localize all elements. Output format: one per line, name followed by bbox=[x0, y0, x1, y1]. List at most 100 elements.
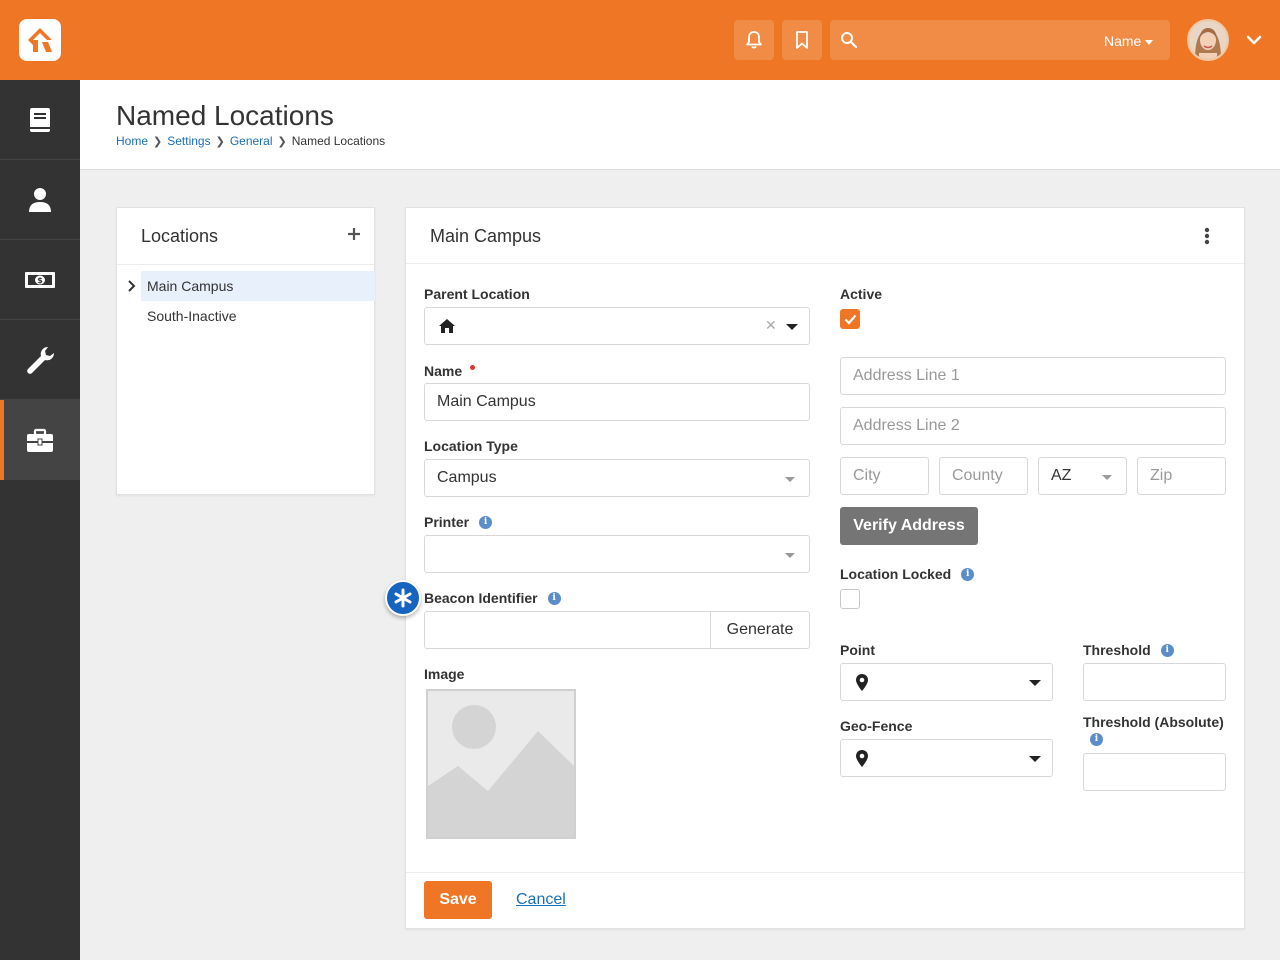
image-label: Image bbox=[424, 666, 464, 682]
location-locked-label-text: Location Locked bbox=[840, 566, 952, 582]
address-line2-input[interactable]: Address Line 2 bbox=[840, 407, 1226, 445]
printer-label-text: Printer bbox=[424, 514, 470, 530]
threshold-absolute-label: Threshold (Absolute) bbox=[1083, 714, 1224, 730]
point-picker[interactable] bbox=[840, 663, 1053, 701]
verify-address-button[interactable]: Verify Address bbox=[840, 507, 978, 545]
page-title: Named Locations bbox=[116, 100, 334, 131]
image-placeholder-icon bbox=[428, 705, 574, 837]
printer-select[interactable] bbox=[424, 535, 810, 573]
chevron-down-icon[interactable] bbox=[1244, 30, 1264, 50]
map-marker-icon bbox=[856, 674, 868, 691]
point-label-text: Point bbox=[840, 642, 875, 658]
geo-fence-picker[interactable] bbox=[840, 739, 1053, 777]
caret-down-icon bbox=[1029, 756, 1041, 762]
locations-panel-title: Locations bbox=[141, 226, 219, 246]
chevron-right-icon: ❯ bbox=[277, 135, 287, 148]
city-input[interactable]: City bbox=[840, 457, 929, 495]
info-icon[interactable]: i bbox=[961, 567, 975, 581]
location-locked-label: Location Locked i bbox=[840, 566, 975, 582]
point-label: Point bbox=[840, 642, 875, 658]
bookmarks-button[interactable] bbox=[782, 20, 822, 60]
wrench-icon bbox=[27, 346, 55, 374]
image-upload[interactable] bbox=[426, 689, 576, 839]
parent-location-picker[interactable]: ✕ bbox=[424, 307, 810, 345]
money-icon: $ bbox=[25, 272, 55, 288]
location-locked-checkbox[interactable] bbox=[840, 589, 860, 609]
top-bar: Name bbox=[0, 0, 1280, 80]
beacon-identifier-input[interactable] bbox=[424, 611, 711, 649]
tree-item-south-inactive[interactable]: South-Inactive bbox=[141, 301, 375, 331]
cancel-link[interactable]: Cancel bbox=[516, 891, 566, 909]
avatar[interactable] bbox=[1187, 19, 1229, 61]
generate-button[interactable]: Generate bbox=[710, 611, 810, 649]
caret-down-icon bbox=[1102, 475, 1112, 480]
active-label: Active bbox=[840, 286, 882, 302]
search-input[interactable] bbox=[866, 26, 1086, 54]
county-input[interactable]: County bbox=[939, 457, 1028, 495]
breadcrumb-home[interactable]: Home bbox=[116, 134, 148, 148]
map-marker-icon bbox=[856, 750, 868, 767]
caret-down-icon bbox=[1145, 39, 1154, 45]
check-icon bbox=[844, 314, 857, 325]
location-type-select[interactable]: Campus bbox=[424, 459, 810, 497]
sidebar-item-finance[interactable]: $ bbox=[0, 240, 80, 320]
address-line1-input[interactable]: Address Line 1 bbox=[840, 357, 1226, 395]
info-icon[interactable]: i bbox=[547, 591, 561, 605]
beacon-asterisk-icon bbox=[385, 580, 421, 616]
caret-down-icon bbox=[785, 553, 795, 558]
threshold-label: Threshold i bbox=[1083, 642, 1174, 658]
chevron-right-icon[interactable] bbox=[127, 280, 137, 292]
sidebar-item-people[interactable] bbox=[0, 160, 80, 240]
bell-icon bbox=[746, 31, 762, 49]
sidebar-item-admin[interactable] bbox=[0, 400, 80, 480]
detail-panel-title: Main Campus bbox=[430, 226, 542, 246]
geo-fence-label-text: Geo-Fence bbox=[840, 718, 913, 734]
sidebar-item-book[interactable] bbox=[0, 80, 80, 160]
zip-placeholder: Zip bbox=[1150, 467, 1173, 484]
divider bbox=[117, 264, 374, 265]
caret-down-icon[interactable] bbox=[786, 324, 798, 330]
breadcrumb-general[interactable]: General bbox=[230, 134, 273, 148]
tree-item-main-campus[interactable]: Main Campus bbox=[141, 271, 375, 301]
save-button[interactable]: Save bbox=[424, 881, 492, 919]
briefcase-icon bbox=[27, 428, 53, 452]
search-box[interactable]: Name bbox=[830, 20, 1170, 60]
info-icon[interactable]: i bbox=[1160, 643, 1174, 657]
search-scope-label: Name bbox=[1104, 33, 1142, 49]
info-icon[interactable]: i bbox=[1090, 733, 1103, 746]
breadcrumb-current: Named Locations bbox=[291, 134, 386, 148]
geo-fence-label: Geo-Fence bbox=[840, 718, 912, 734]
name-input-value: Main Campus bbox=[437, 393, 536, 410]
threshold-input[interactable] bbox=[1083, 663, 1226, 701]
more-options-icon[interactable] bbox=[1204, 227, 1210, 245]
search-icon bbox=[841, 32, 858, 49]
locations-panel: Locations Main Campus South-Inactive bbox=[116, 207, 375, 495]
caret-down-icon bbox=[1029, 680, 1041, 686]
notifications-button[interactable] bbox=[734, 20, 774, 60]
info-icon[interactable]: i bbox=[479, 515, 493, 529]
zip-input[interactable]: Zip bbox=[1137, 457, 1226, 495]
name-input[interactable]: Main Campus bbox=[424, 383, 810, 421]
rock-logo-icon[interactable] bbox=[19, 19, 61, 61]
breadcrumb-settings[interactable]: Settings bbox=[167, 134, 210, 148]
location-type-label-text: Location Type bbox=[424, 438, 518, 454]
name-label: Name bbox=[424, 363, 476, 379]
address-line1-placeholder: Address Line 1 bbox=[853, 367, 960, 384]
beacon-identifier-label: Beacon Identifier i bbox=[424, 590, 561, 606]
clear-icon[interactable]: ✕ bbox=[765, 317, 777, 334]
add-location-icon[interactable] bbox=[346, 226, 362, 242]
name-label-text: Name bbox=[424, 363, 463, 379]
sidebar-item-tools[interactable] bbox=[0, 320, 80, 400]
active-checkbox[interactable] bbox=[840, 309, 860, 329]
search-scope-dropdown[interactable]: Name bbox=[1104, 33, 1154, 49]
printer-label: Printer i bbox=[424, 514, 493, 530]
image-label-text: Image bbox=[424, 666, 465, 682]
threshold-absolute-label-text: Threshold (Absolute) bbox=[1083, 714, 1224, 730]
caret-down-icon bbox=[785, 477, 795, 482]
svg-text:$: $ bbox=[37, 276, 43, 285]
required-indicator bbox=[470, 364, 476, 370]
threshold-absolute-input[interactable] bbox=[1083, 753, 1226, 791]
state-select[interactable]: AZ bbox=[1038, 457, 1127, 495]
book-icon bbox=[30, 108, 50, 132]
location-type-label: Location Type bbox=[424, 438, 518, 454]
